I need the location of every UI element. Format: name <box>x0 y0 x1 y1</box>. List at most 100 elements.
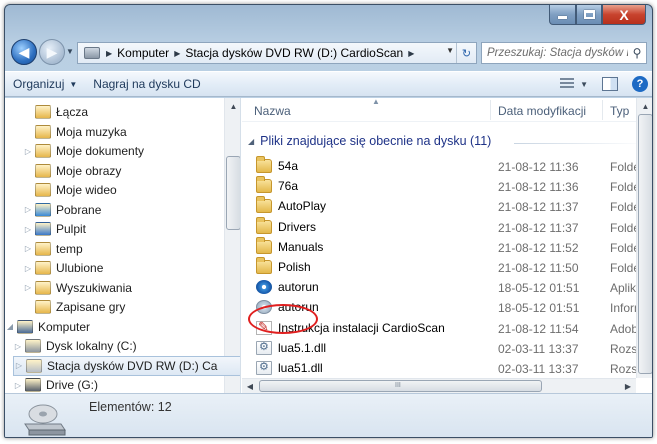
file-name-cell[interactable]: lua51.dll <box>256 360 323 375</box>
breadcrumb-dvd-drive[interactable]: Stacja dysków DVD RW (D:) CardioScan <box>182 46 406 60</box>
address-row: ◀ ▶ ▼ ▶ Komputer ▶ Stacja dysków DVD RW … <box>5 35 652 69</box>
expand-arrow-icon[interactable]: ▷ <box>23 225 33 234</box>
column-divider[interactable] <box>602 100 603 120</box>
refresh-button[interactable]: ↻ <box>456 43 476 63</box>
burn-to-cd-button[interactable]: Nagraj na dysku CD <box>85 72 208 96</box>
expand-arrow-icon[interactable]: ◢ <box>5 322 15 331</box>
expand-arrow-icon[interactable]: ▷ <box>23 205 33 214</box>
scroll-up-icon[interactable]: ▲ <box>225 98 240 114</box>
nav-item[interactable]: ◢ Komputer <box>5 317 90 337</box>
nav-item-label: Komputer <box>38 319 91 334</box>
nav-item[interactable]: ▷ Moje dokumenty <box>23 141 144 161</box>
nav-item[interactable]: ▷ Pobrane <box>23 200 101 220</box>
collapse-group-icon[interactable]: ◢ <box>248 137 254 146</box>
expand-arrow-icon[interactable]: ▷ <box>23 147 33 156</box>
nav-item[interactable]: ▷ Drive (G:) <box>13 375 98 393</box>
file-date: 21-08-12 11:36 <box>498 160 579 174</box>
scroll-left-icon[interactable]: ◀ <box>242 379 258 393</box>
file-name-cell[interactable]: Manuals <box>256 236 323 254</box>
nav-item[interactable]: Moje obrazy <box>23 161 121 181</box>
search-box[interactable]: Przeszukaj: Stacja dysków DV... ⚲ <box>481 42 647 64</box>
file-row[interactable]: Drivers 21-08-12 11:37 Folder p <box>242 216 652 237</box>
navigation-pane: ▲ ▼ Łącza Moja muzyka ▷ Moje dokumenty Moje … <box>5 98 241 393</box>
file-name-cell[interactable]: Polish <box>256 257 311 274</box>
chevron-right-icon[interactable]: ▶ <box>104 49 114 58</box>
file-name: Instrukcja instalacji CardioScan <box>278 320 445 335</box>
file-row[interactable]: Manuals 21-08-12 11:52 Folder p <box>242 236 652 257</box>
nav-item[interactable]: ▷ Ulubione <box>23 258 103 278</box>
address-bar[interactable]: ▶ Komputer ▶ Stacja dysków DVD RW (D:) C… <box>77 42 477 64</box>
burn-label: Nagraj na dysku CD <box>93 77 201 91</box>
file-date: 02-03-11 13:37 <box>498 362 579 376</box>
change-view-icon[interactable] <box>560 78 575 90</box>
computer-location-icon <box>84 47 100 59</box>
file-name-cell[interactable]: 76a <box>256 176 298 194</box>
expand-arrow-icon[interactable]: ▷ <box>13 342 23 351</box>
close-button[interactable]: X <box>602 5 646 25</box>
file-row[interactable]: lua51.dll02-03-11 13:37Rozszer <box>242 358 652 378</box>
minimize-button[interactable] <box>549 5 576 25</box>
file-name-cell[interactable]: Drivers <box>256 216 316 234</box>
file-name-cell[interactable]: autorun <box>256 300 319 315</box>
chevron-right-icon[interactable]: ▶ <box>406 49 416 58</box>
organize-button[interactable]: Organizuj ▼ <box>5 72 85 96</box>
column-divider[interactable] <box>490 100 491 120</box>
maximize-button[interactable] <box>576 5 602 25</box>
details-pane: Elementów: 12 <box>5 393 652 437</box>
nav-vertical-scrollbar[interactable]: ▲ ▼ <box>224 98 240 393</box>
file-name-cell[interactable]: AutoPlay <box>256 196 326 214</box>
nav-scroll-thumb[interactable] <box>226 156 240 230</box>
file-name: lua5.1.dll <box>278 340 327 355</box>
help-icon[interactable]: ? <box>632 76 648 92</box>
minimize-icon <box>558 16 567 19</box>
chevron-right-icon[interactable]: ▶ <box>172 49 182 58</box>
forward-button[interactable]: ▶ <box>39 39 65 65</box>
scroll-right-icon[interactable]: ▶ <box>620 379 636 393</box>
expand-arrow-icon[interactable]: ▷ <box>23 244 33 253</box>
file-row[interactable]: 76a 21-08-12 11:36 Folder p <box>242 176 652 196</box>
nav-item[interactable]: Zapisane gry <box>23 297 125 317</box>
file-name-cell[interactable]: 54a <box>256 156 298 173</box>
scroll-up-icon[interactable]: ▲ <box>637 98 652 114</box>
file-row[interactable]: Instrukcja instalacji CardioScan 21-08-12… <box>242 318 652 338</box>
file-name-cell[interactable]: Instrukcja instalacji CardioScan <box>256 319 445 335</box>
search-input[interactable]: Przeszukaj: Stacja dysków DV... <box>482 47 628 59</box>
nav-item[interactable]: ▷ Pulpit <box>23 219 86 239</box>
address-dropdown-icon[interactable]: ▼ <box>446 46 454 55</box>
nav-item[interactable]: ▷ temp <box>23 239 83 259</box>
column-name[interactable]: Nazwa <box>254 104 291 118</box>
file-name-cell[interactable]: lua5.1.dll <box>256 340 327 355</box>
file-date: 18-05-12 01:51 <box>498 301 580 316</box>
favorites-folder-icon <box>35 261 51 275</box>
expand-arrow-icon[interactable]: ▷ <box>13 381 23 390</box>
file-row[interactable]: AutoPlay 21-08-12 11:37 Folder p <box>242 196 652 216</box>
expand-arrow-icon[interactable]: ▷ <box>14 361 24 370</box>
file-row[interactable]: Polish 21-08-12 11:50 Folder p <box>242 257 652 277</box>
back-button[interactable]: ◀ <box>11 39 37 65</box>
file-row[interactable]: autorun 18-05-12 01:51 Aplikacj <box>242 277 652 297</box>
preview-pane-icon[interactable] <box>602 77 618 91</box>
nav-item[interactable]: ▷ Dysk lokalny (C:) <box>13 336 137 356</box>
group-header[interactable]: ◢ Pliki znajdujące się obecnie na dysku … <box>248 134 491 148</box>
breadcrumb-computer[interactable]: Komputer <box>114 46 172 60</box>
file-row[interactable]: autorun 18-05-12 01:51 Informa <box>242 297 652 317</box>
recent-pages-dropdown[interactable]: ▼ <box>66 47 74 56</box>
expand-arrow-icon[interactable]: ▷ <box>23 283 33 292</box>
file-row[interactable]: 54a 21-08-12 11:36 Folder p <box>242 156 652 176</box>
nav-item[interactable]: Moja muzyka <box>23 122 127 142</box>
files-hscroll-thumb[interactable]: III <box>259 380 542 392</box>
nav-item[interactable]: ▷ Wyszukiwania <box>23 278 132 298</box>
column-type[interactable]: Typ <box>610 104 629 118</box>
search-icon[interactable]: ⚲ <box>628 46 646 60</box>
chevron-down-icon[interactable]: ▼ <box>580 80 588 89</box>
column-date-modified[interactable]: Data modyfikacji <box>498 104 586 118</box>
nav-item[interactable]: Łącza <box>23 102 88 122</box>
file-row[interactable]: lua5.1.dll02-03-11 13:37Rozszer <box>242 338 652 358</box>
nav-item[interactable]: Moje wideo <box>23 180 117 200</box>
files-vertical-scrollbar[interactable]: ▲ <box>636 98 652 378</box>
files-horizontal-scrollbar[interactable]: ◀ III ▶ <box>242 378 636 393</box>
files-scroll-thumb[interactable] <box>638 114 652 374</box>
nav-item[interactable]: ▷ Stacja dysków DVD RW (D:) Ca <box>13 355 240 376</box>
file-name-cell[interactable]: autorun <box>256 280 319 295</box>
expand-arrow-icon[interactable]: ▷ <box>23 264 33 273</box>
